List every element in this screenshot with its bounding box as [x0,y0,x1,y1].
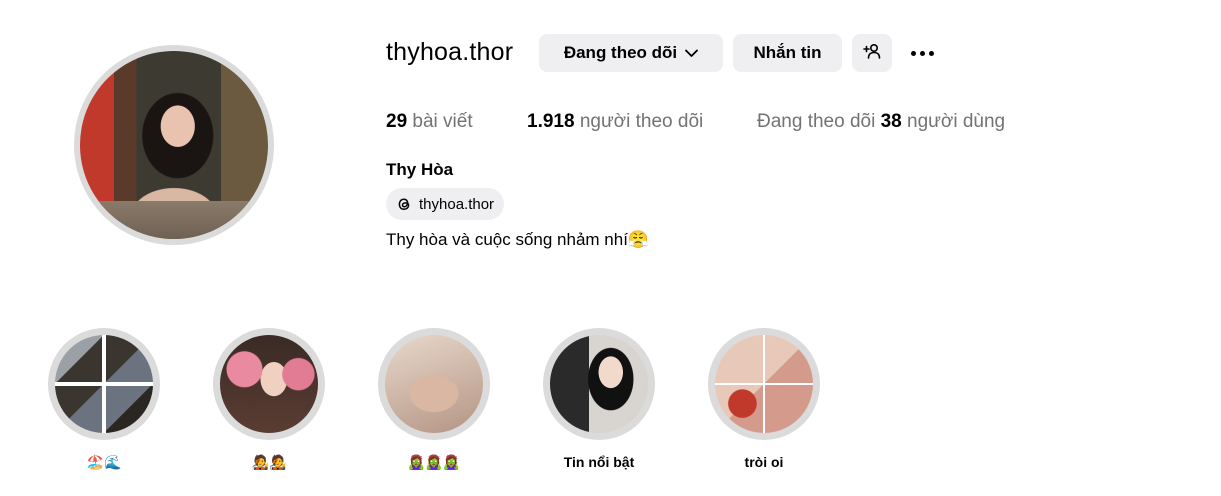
threads-link[interactable]: thyhoa.thor [386,188,504,220]
following-prefix: Đang theo dõi [757,111,876,132]
highlight-item[interactable]: Tin nổi bật [543,328,655,470]
highlight-item[interactable]: 🧟‍♀️🧟‍♀️🧟‍♀️ [378,328,490,471]
followers-count: 1.918 [527,111,575,132]
profile-avatar-ring[interactable] [74,45,274,245]
profile-bio: Thy hòa và cuộc sống nhảm nhí😤 [386,230,650,249]
highlight-cover [385,335,483,433]
threads-icon [394,194,414,214]
highlight-cover [55,335,153,433]
followers-label: người theo dõi [579,111,704,132]
highlight-ring [213,328,325,440]
suggested-users-button[interactable] [852,34,892,72]
highlight-label: 🧟‍♀️🧟‍♀️🧟‍♀️ [407,454,461,470]
chevron-down-icon [685,46,699,61]
highlight-ring [48,328,160,440]
threads-handle: thyhoa.thor [419,195,495,213]
profile-username: thyhoa.thor [386,38,514,66]
more-dot [910,50,916,56]
more-dot [919,50,925,56]
posts-count: 29 [386,111,408,132]
add-user-icon [863,43,881,64]
following-button-label: Đang theo dõi [563,43,678,62]
highlight-label: tròi oi [744,454,784,470]
following-suffix: người dùng [907,111,1006,132]
profile-full-name: Thy Hòa [386,160,454,179]
following-button[interactable]: Đang theo dõi [539,34,723,72]
highlight-cover [220,335,318,433]
highlight-item[interactable]: 🏖️🌊 [48,328,160,471]
followers-stat[interactable]: 1.918 người theo dõi [527,111,703,133]
highlight-ring [378,328,490,440]
message-button-label: Nhắn tin [753,43,822,62]
highlight-label: Tin nổi bật [563,454,635,470]
message-button[interactable]: Nhắn tin [733,34,842,72]
more-dot [928,50,934,56]
highlight-ring [708,328,820,440]
avatar-photo-detail [80,201,268,239]
highlight-item[interactable]: 🧑‍🎤🧑‍🎤 [213,328,325,471]
highlight-label: 🏖️🌊 [86,454,122,470]
posts-label: bài viết [412,111,473,132]
highlight-label: 🧑‍🎤🧑‍🎤 [251,454,287,470]
highlight-item[interactable]: tròi oi [708,328,820,470]
highlight-cover [550,335,648,433]
more-options-icon[interactable] [906,42,938,64]
profile-avatar[interactable] [80,51,268,239]
posts-stat: 29 bài viết [386,111,473,133]
following-stat[interactable]: Đang theo dõi 38 người dùng [757,111,1005,133]
following-count: 38 [880,111,902,132]
highlight-cover [715,335,813,433]
highlight-ring [543,328,655,440]
